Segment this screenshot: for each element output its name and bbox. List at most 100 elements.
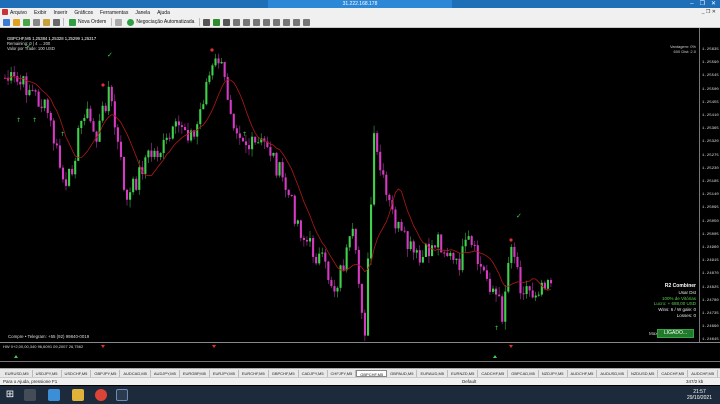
periods-icon[interactable] <box>293 18 301 26</box>
templates-icon[interactable] <box>303 18 311 26</box>
profiles-icon[interactable] <box>23 18 30 26</box>
chart-tab[interactable]: AUDCHF,M5 <box>688 369 719 377</box>
price-tick-label: 1.25365 <box>702 127 719 132</box>
price-chart[interactable]: ✓ ✓ ✓ ↑ ↑ ↑ ↑ ↑ ↑ <box>0 28 699 342</box>
chart-tab[interactable]: GBPCAD,M5 <box>508 369 539 377</box>
candle <box>513 246 516 257</box>
chart-tabs: EURUSD,M5 USDJPY,M5 USDCHF,M5 GBPJPY,M5 AUDC… <box>0 368 720 377</box>
new-order-label: Nova Ordem <box>78 19 107 25</box>
signal-arrow-up-icon: ↑ <box>32 117 37 124</box>
candle <box>122 157 126 190</box>
candle <box>34 90 37 92</box>
chart-tab[interactable]: EURNZD,M5 <box>448 369 479 377</box>
terminal-icon[interactable] <box>53 18 60 26</box>
new-chart-icon[interactable] <box>3 18 10 26</box>
candle <box>452 252 455 260</box>
candle <box>132 178 135 193</box>
chart-header: GBPCHF,M5 1,25384 1,25328 1,25299 1,2531… <box>7 36 96 51</box>
chart-tab[interactable]: GBPCHF,M5 <box>269 369 299 377</box>
metatrader-logo-icon <box>2 9 8 15</box>
new-order-button[interactable]: Nova Ordem <box>67 18 108 27</box>
menu-graficos[interactable]: Gráficos <box>74 10 93 16</box>
remote-window-controls: – ❐ ✕ <box>690 0 716 8</box>
chart-tab[interactable]: USDJPY,M5 <box>33 369 62 377</box>
price-tick-label: 1.25095 <box>702 206 719 211</box>
chart-tab[interactable]: GBPJPY,M5 <box>91 369 121 377</box>
chart-tab[interactable]: AUDJPY,M5 <box>151 369 180 377</box>
auto-trading-button[interactable]: Negociação Automatizada <box>125 18 196 27</box>
metaeditor-icon[interactable] <box>115 18 123 26</box>
file-explorer-icon[interactable] <box>72 389 84 401</box>
candle <box>238 133 241 138</box>
chart-tab[interactable]: CADCHF,M5 <box>658 369 689 377</box>
candle <box>205 81 208 105</box>
ie-icon[interactable] <box>48 389 60 401</box>
chart-tab[interactable]: USDCHF,M5 <box>62 369 92 377</box>
chart-tab[interactable]: AUDUSD,M5 <box>597 369 628 377</box>
candle <box>150 150 153 157</box>
navigator-icon[interactable] <box>43 18 50 26</box>
chart-tab[interactable]: NZDJPY,M5 <box>539 369 568 377</box>
menu-exibir[interactable]: Exibir <box>34 10 47 16</box>
menu-ferramentas[interactable]: Ferramentas <box>100 10 128 16</box>
menu-inserir[interactable]: Inserir <box>53 10 67 16</box>
signal-dot-icon <box>101 83 105 87</box>
chart-tab[interactable]: AUDCHF,M5 <box>568 369 598 377</box>
chart-tab[interactable]: CADCHF,M5 <box>478 369 509 377</box>
system-clock[interactable]: 21:57 29/10/2021 <box>687 389 712 401</box>
candle <box>10 72 13 81</box>
chart-tab[interactable]: GBPAUD,M5 <box>387 369 418 377</box>
candle <box>406 231 409 250</box>
chart-tab[interactable]: CHFJPY,M5 <box>328 369 357 377</box>
restore-icon[interactable]: ❐ <box>700 0 705 8</box>
open-icon[interactable] <box>13 18 20 26</box>
sell-arrow-icon <box>101 345 105 348</box>
menu-ajuda[interactable]: Ajuda <box>157 10 170 16</box>
metatrader-taskbar-icon[interactable] <box>116 389 128 401</box>
new-order-icon <box>69 18 76 26</box>
chart-tab[interactable]: NZDUSD,M5 <box>628 369 659 377</box>
candle <box>318 253 321 264</box>
windows-start-icon[interactable]: ⊞ <box>4 389 16 401</box>
chart-tab[interactable]: EURUSD,M5 <box>2 369 33 377</box>
chart-tab[interactable]: GBPCHF,M5 <box>356 369 388 377</box>
minimize-icon[interactable]: – <box>690 0 693 8</box>
candle <box>296 220 299 224</box>
candle <box>74 160 77 175</box>
candle <box>101 105 104 121</box>
candle <box>354 228 357 250</box>
bar-chart-icon[interactable] <box>203 18 211 26</box>
candle <box>211 65 214 76</box>
candle <box>385 174 388 195</box>
app-window-controls[interactable]: _ ❐ ✕ <box>702 8 716 17</box>
chart-tab[interactable]: CADJPY,M5 <box>299 369 328 377</box>
autoscroll-icon[interactable] <box>263 18 271 26</box>
signal-dot-icon <box>509 238 513 242</box>
chrome-icon[interactable] <box>95 389 107 401</box>
indicators-icon[interactable] <box>283 18 291 26</box>
chart-tab[interactable]: EURAUD,M5 <box>417 369 448 377</box>
chart-tab[interactable]: EURJPY,M5 <box>210 369 239 377</box>
line-chart-icon[interactable] <box>223 18 231 26</box>
menu-janela[interactable]: Janela <box>135 10 150 16</box>
zoom-in-icon[interactable] <box>233 18 241 26</box>
candle <box>443 252 446 254</box>
chart-tab[interactable]: EURCHF,M5 <box>239 369 269 377</box>
chart-shift-icon[interactable] <box>273 18 281 26</box>
candlestick-icon[interactable] <box>213 18 221 26</box>
candle <box>275 152 278 176</box>
candle <box>153 150 156 157</box>
menu-arquivo[interactable]: Arquivo <box>10 10 27 16</box>
task-view-icon[interactable] <box>24 389 36 401</box>
zoom-out-icon[interactable] <box>243 18 251 26</box>
chart-tab[interactable]: AUDCAD,M5 <box>120 369 151 377</box>
status-button[interactable]: LIGADO... <box>657 329 694 338</box>
price-tick-label: 1.25635 <box>702 48 719 52</box>
chart-tab[interactable]: EURGBP,M5 <box>180 369 210 377</box>
candle <box>546 279 549 289</box>
indicator-subwindow[interactable] <box>0 343 699 361</box>
tile-windows-icon[interactable] <box>253 18 261 26</box>
market-watch-icon[interactable] <box>33 18 40 26</box>
close-icon[interactable]: ✕ <box>711 0 716 8</box>
signal-arrow-up-icon: ↑ <box>16 117 21 124</box>
